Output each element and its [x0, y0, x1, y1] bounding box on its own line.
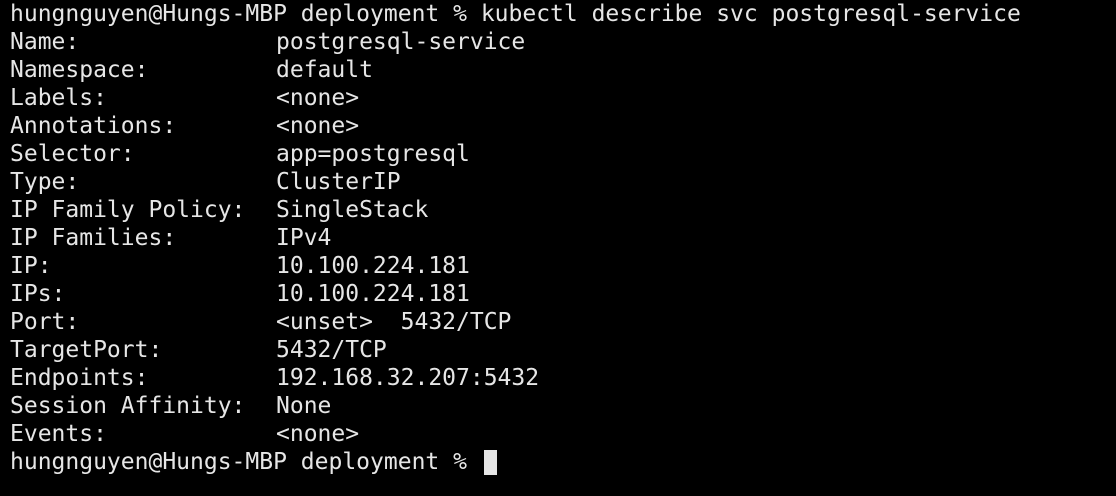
output-row-ips: IPs: 10.100.224.181	[10, 280, 1116, 308]
field-key: Events:	[10, 421, 107, 447]
command-text: kubectl describe svc postgresql-service	[480, 1, 1021, 27]
field-key: IP Family Policy:	[10, 197, 246, 223]
field-key: Name:	[10, 29, 80, 55]
field-value: None	[276, 393, 332, 419]
field-value: 10.100.224.181	[276, 281, 470, 307]
field-key: Endpoints:	[10, 365, 149, 391]
field-value: 192.168.32.207:5432	[276, 365, 540, 391]
output-row-session-affinity: Session Affinity: None	[10, 392, 1116, 420]
output-row-target-port: TargetPort: 5432/TCP	[10, 336, 1116, 364]
field-value: postgresql-service	[276, 29, 526, 55]
field-key: Labels:	[10, 85, 107, 111]
field-key: IPs:	[10, 281, 66, 307]
output-row-ip-families: IP Families: IPv4	[10, 224, 1116, 252]
output-row-annotations: Annotations: <none>	[10, 112, 1116, 140]
command-line: hungnguyen@Hungs-MBP deployment % kubect…	[10, 0, 1116, 28]
output-row-labels: Labels: <none>	[10, 84, 1116, 112]
output-row-ip: IP: 10.100.224.181	[10, 252, 1116, 280]
field-key: Session Affinity:	[10, 393, 246, 419]
field-key: Annotations:	[10, 113, 177, 139]
field-key: Namespace:	[10, 57, 149, 83]
field-value: <unset> 5432/TCP	[276, 309, 512, 335]
field-value: <none>	[276, 421, 360, 447]
field-value: 10.100.224.181	[276, 253, 470, 279]
field-value: ClusterIP	[276, 169, 401, 195]
field-value: 5432/TCP	[276, 337, 387, 363]
field-key: Selector:	[10, 141, 135, 167]
output-row-type: Type: ClusterIP	[10, 168, 1116, 196]
output-row-ip-family-policy: IP Family Policy: SingleStack	[10, 196, 1116, 224]
output-row-name: Name: postgresql-service	[10, 28, 1116, 56]
input-line[interactable]: hungnguyen@Hungs-MBP deployment %	[10, 448, 1116, 476]
shell-prompt: hungnguyen@Hungs-MBP deployment %	[10, 449, 481, 475]
field-value: <none>	[276, 113, 360, 139]
text-cursor	[483, 449, 497, 475]
field-value: default	[276, 57, 373, 83]
field-value: SingleStack	[276, 197, 429, 223]
output-row-selector: Selector: app=postgresql	[10, 140, 1116, 168]
output-row-endpoints: Endpoints: 192.168.32.207:5432	[10, 364, 1116, 392]
terminal-window[interactable]: hungnguyen@Hungs-MBP deployment % kubect…	[0, 0, 1116, 496]
output-row-namespace: Namespace: default	[10, 56, 1116, 84]
field-key: Type:	[10, 169, 80, 195]
field-value: IPv4	[276, 225, 332, 251]
shell-prompt: hungnguyen@Hungs-MBP deployment %	[10, 1, 481, 27]
field-value: app=postgresql	[276, 141, 470, 167]
field-key: TargetPort:	[10, 337, 163, 363]
field-key: IP:	[10, 253, 52, 279]
field-key: IP Families:	[10, 225, 177, 251]
field-key: Port:	[10, 309, 80, 335]
output-row-port: Port: <unset> 5432/TCP	[10, 308, 1116, 336]
field-value: <none>	[276, 85, 360, 111]
output-row-events: Events: <none>	[10, 420, 1116, 448]
